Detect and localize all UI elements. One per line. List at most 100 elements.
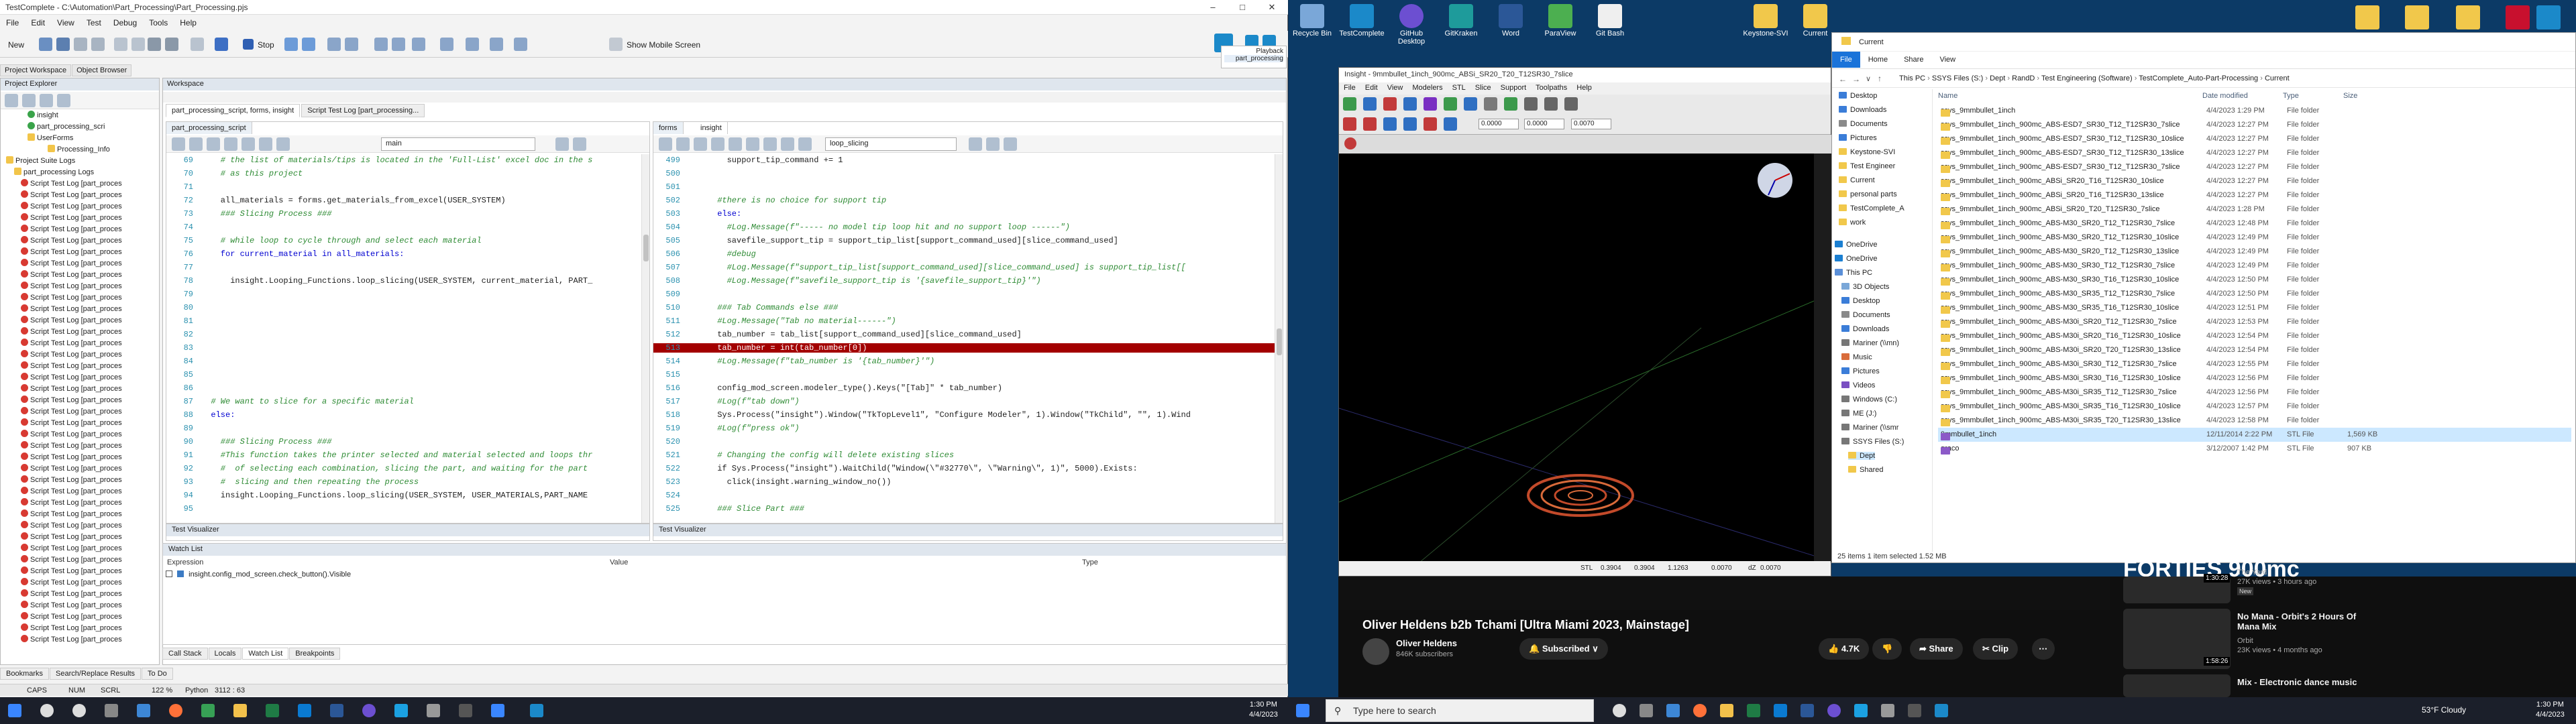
layout-icon[interactable] <box>327 38 341 51</box>
col-expression[interactable]: Expression <box>167 558 203 566</box>
nav-item[interactable]: Downloads <box>1841 325 1889 333</box>
dislike-button[interactable]: 👎 <box>1872 638 1902 660</box>
menu-debug[interactable]: Debug <box>107 16 143 29</box>
nav-item[interactable]: Documents <box>1839 120 1888 128</box>
test-log-item[interactable]: Script Test Log [part_proces <box>21 350 122 361</box>
nav-item[interactable]: Test Engineer <box>1839 162 1895 170</box>
insight-tool-2-icon[interactable] <box>1363 97 1377 111</box>
right-pane-tab-forms[interactable]: forms <box>653 122 684 134</box>
layout3-icon[interactable] <box>374 38 388 51</box>
browser-icon[interactable] <box>1344 137 1356 149</box>
debug-routine-icon[interactable] <box>573 137 586 151</box>
insight-menu-stl[interactable]: STL <box>1448 82 1470 93</box>
insight-field-1[interactable]: 0.0000 <box>1479 119 1519 129</box>
firefox-icon[interactable] <box>1693 704 1707 717</box>
weather[interactable]: 53°F Cloudy <box>2422 705 2466 715</box>
nav-item[interactable]: OneDrive <box>1835 255 1877 263</box>
file-row[interactable]: ssys_9mmbullet_1inch_900mc_ABS-M30i_SR30… <box>1938 357 2571 371</box>
open-icon[interactable] <box>39 38 52 51</box>
file-row[interactable]: ssys_9mmbullet_1inch_900mc_ABS-M30_SR20_… <box>1938 231 2571 245</box>
nav-item[interactable]: personal parts <box>1839 190 1897 198</box>
zoom-fit-icon[interactable] <box>1564 97 1578 111</box>
firefox-icon[interactable] <box>169 704 182 717</box>
breadcrumb-item[interactable]: SSYS Files (S:) <box>1932 74 1983 82</box>
debug-routine-icon[interactable] <box>986 137 1000 151</box>
breadcrumb-item[interactable]: Test Engineering (Software) <box>2041 74 2133 82</box>
nav-item[interactable]: Shared <box>1848 466 1883 474</box>
file-row[interactable]: ssys_9mmbullet_1inch_900mc_ABS-ESD7_SR30… <box>1938 118 2571 132</box>
insight-menu-modelers[interactable]: Modelers <box>1407 82 1447 93</box>
terminal-icon[interactable] <box>1908 704 1921 717</box>
outdent-icon[interactable] <box>259 137 272 151</box>
test-log-item[interactable]: Script Test Log [part_proces <box>21 601 122 611</box>
test-log-item[interactable]: Script Test Log [part_proces <box>21 339 122 349</box>
insight-tool-10-icon[interactable] <box>1343 117 1356 131</box>
menu-file[interactable]: File <box>0 16 25 29</box>
layout7-icon[interactable] <box>466 38 479 51</box>
tree-item[interactable]: insight <box>28 111 58 121</box>
file-row[interactable]: ssys_9mmbullet_1inch_900mc_ABS-ESD7_SR30… <box>1938 160 2571 174</box>
left-pane-tab[interactable]: part_processing_script <box>166 122 252 134</box>
layout6-icon[interactable] <box>440 38 453 51</box>
tab-breakpoints[interactable]: Breakpoints <box>289 648 341 660</box>
chrome-icon[interactable] <box>1666 704 1680 717</box>
test-log-item[interactable]: Script Test Log [part_proces <box>21 589 122 600</box>
app-icon[interactable] <box>1881 704 1894 717</box>
insight-menu-toolpaths[interactable]: Toolpaths <box>1531 82 1572 93</box>
nav-item[interactable]: This PC <box>1835 269 1872 277</box>
tab-todo[interactable]: To Do <box>142 668 173 680</box>
redo-icon[interactable] <box>91 38 105 51</box>
sheet-icon[interactable] <box>201 704 215 717</box>
layout8-icon[interactable] <box>490 38 503 51</box>
excel-icon[interactable] <box>266 704 279 717</box>
file-row[interactable]: ssys_9mmbullet_1inch_900mc_ABS-M30i_SR35… <box>1938 400 2571 414</box>
left-scroll-thumb[interactable] <box>643 235 649 261</box>
test-log-item[interactable]: Script Test Log [part_proces <box>21 578 122 589</box>
testcomplete-taskbar-icon[interactable] <box>530 704 543 717</box>
file-row[interactable]: ssys_9mmbullet_1inch_900mc_ABS-M30_SR20_… <box>1938 217 2571 231</box>
clip-button[interactable]: ✂ Clip <box>1973 638 2019 660</box>
col-type[interactable]: Type <box>1082 558 1098 566</box>
desktop-icon-paraview[interactable]: ParaView <box>1537 4 1584 38</box>
word-icon[interactable] <box>330 704 343 717</box>
desktop-icon-word[interactable]: Word <box>1487 4 1534 38</box>
test-log-item[interactable]: Script Test Log [part_proces <box>21 407 122 418</box>
folder-icon[interactable] <box>2355 5 2379 29</box>
tab-watch-list[interactable]: Watch List <box>242 648 289 660</box>
step-into-icon[interactable] <box>284 38 298 51</box>
file-row[interactable]: ssys_9mmbullet_1inch_900mc_ABS-M30i_SR20… <box>1938 329 2571 343</box>
insight-tool-4-icon[interactable] <box>1403 97 1417 111</box>
test-log-item[interactable]: Script Test Log [part_proces <box>21 430 122 440</box>
right-code-editor[interactable]: support_tip_command += 1 499 500 501 #there… <box>653 154 1275 523</box>
tab-test-log[interactable]: Script Test Log [part_processing... <box>301 104 425 117</box>
uncomment-icon[interactable] <box>224 137 237 151</box>
insight-tool-7-icon[interactable] <box>1464 97 1477 111</box>
close-button[interactable]: ✕ <box>1257 0 1287 15</box>
desktop-icon-keystone[interactable]: Keystone-SVI <box>1742 4 1789 38</box>
ribbon-share[interactable]: Share <box>1896 52 1931 68</box>
ribbon-home[interactable]: Home <box>1860 52 1896 68</box>
file-row[interactable]: ssys_9mmbullet_1inch_900mc_ABSi_SR20_T16… <box>1938 188 2571 202</box>
test-log-item[interactable]: Script Test Log [part_proces <box>21 555 122 566</box>
clock-right[interactable]: 1:30 PM 4/4/2023 <box>2536 700 2565 720</box>
zoom-in-icon[interactable] <box>1524 97 1538 111</box>
left-routine-select[interactable]: main <box>381 137 535 151</box>
task-view-icon[interactable] <box>1640 704 1653 717</box>
menu-help[interactable]: Help <box>174 16 203 29</box>
test-log-item[interactable]: Script Test Log [part_proces <box>21 521 122 532</box>
tree-item[interactable]: part_processing_scri <box>28 122 105 133</box>
insight-menu-view[interactable]: View <box>1383 82 1408 93</box>
file-row[interactable]: ssys_9mmbullet_1inch_900mc_ABS-M30i_SR20… <box>1938 343 2571 357</box>
file-row[interactable]: ssys_9mmbullet_1inch_900mc_ABS-M30i_SR30… <box>1938 371 2571 385</box>
start-icon[interactable] <box>8 704 21 717</box>
insight-menu-slice[interactable]: Slice <box>1470 82 1496 93</box>
file-row[interactable]: ssys_9mmbullet_1inch_900mc_ABS-M30_SR20_… <box>1938 245 2571 259</box>
tab-object-browser[interactable]: Object Browser <box>72 64 132 76</box>
more-actions-button[interactable]: ⋯ <box>2032 638 2055 660</box>
insight-tool-5-icon[interactable] <box>1424 97 1437 111</box>
tab-search-replace[interactable]: Search/Replace Results <box>50 668 142 680</box>
layout5-icon[interactable] <box>412 38 425 51</box>
insight-tool-13-icon[interactable] <box>1403 117 1417 131</box>
layout9-icon[interactable] <box>514 38 527 51</box>
breadcrumb-item[interactable]: This PC <box>1899 74 1925 82</box>
